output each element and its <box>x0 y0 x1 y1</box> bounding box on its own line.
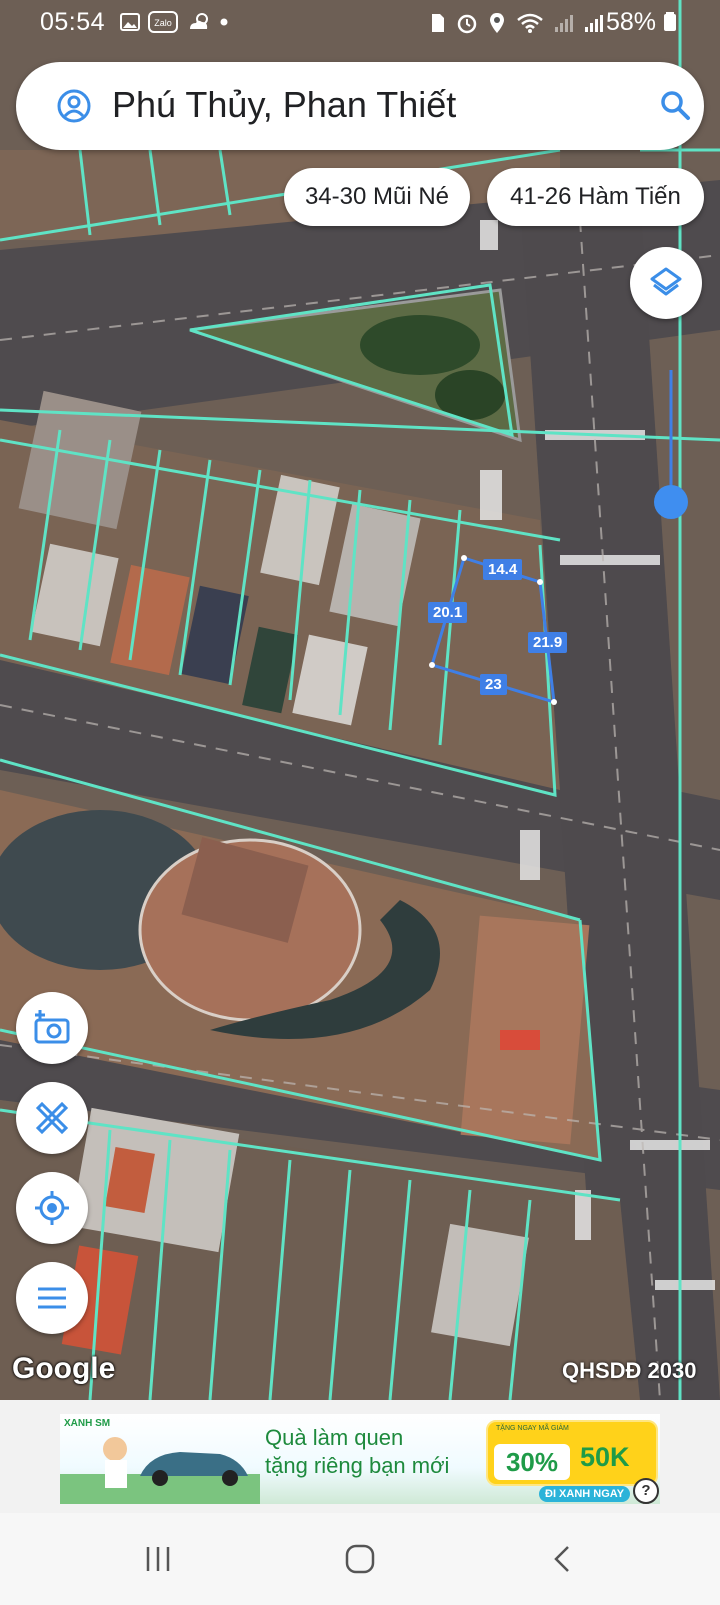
measure-label-right: 21.9 <box>528 632 568 653</box>
camera-plus-icon <box>34 1010 70 1044</box>
chip-location-2[interactable]: 41-26 Hàm Tiến <box>487 168 704 226</box>
gallery-icon <box>120 13 140 31</box>
planning-layer-label: QHSDĐ 2030 <box>562 1358 697 1383</box>
menu-icon <box>38 1287 66 1309</box>
measure-label-left: 20.1 <box>428 602 468 623</box>
battery-icon <box>664 12 676 31</box>
ad-car-illustration <box>60 1437 260 1504</box>
back-icon[interactable] <box>542 1541 582 1577</box>
system-nav-bar <box>0 1513 720 1605</box>
weather-icon <box>190 13 208 29</box>
battery-level: 58% <box>606 8 677 37</box>
measure-button[interactable] <box>16 1082 88 1154</box>
chip-location-1[interactable]: 34-30 Mũi Né <box>284 168 470 226</box>
home-icon[interactable] <box>340 1541 380 1577</box>
search-icon[interactable] <box>658 88 692 127</box>
status-time: 05:54 <box>40 8 106 36</box>
svg-text:Zalo: Zalo <box>154 18 172 28</box>
ad-promo-percent: 30% <box>494 1444 570 1480</box>
locate-icon <box>35 1191 69 1225</box>
signal-icon <box>585 15 603 32</box>
ad-promo-amount: 50K <box>580 1442 630 1472</box>
measure-label-top: 14.4 <box>483 559 523 580</box>
measure-label-bottom: 23 <box>480 674 507 695</box>
sim-icon <box>432 14 444 32</box>
ad-promo-box: TẶNG NGAY MÃ GIẢM 30% 50K <box>486 1420 658 1486</box>
ad-banner[interactable]: XANH SM Quà làm quen tặng riêng bạn mới … <box>60 1414 660 1504</box>
layers-icon <box>650 267 682 296</box>
signal-icon <box>555 15 573 32</box>
layers-button[interactable] <box>630 247 702 319</box>
camera-button[interactable] <box>16 992 88 1064</box>
ad-promo-caption: TẶNG NGAY MÃ GIẢM <box>496 1425 569 1432</box>
status-bar: 05:54 Zalo 58% <box>0 0 720 46</box>
account-icon[interactable] <box>56 88 92 129</box>
wifi-icon <box>517 13 543 33</box>
zalo-icon: Zalo <box>148 11 178 33</box>
ad-headline: Quà làm quen tặng riêng bạn mới <box>265 1424 449 1480</box>
ad-cta-button[interactable]: ĐI XANH NGAY <box>539 1486 631 1502</box>
menu-button[interactable] <box>16 1262 88 1334</box>
ruler-pencil-icon <box>35 1101 69 1135</box>
recents-icon[interactable] <box>138 1541 178 1577</box>
location-icon <box>490 13 504 33</box>
ad-headline-line-1: Quà làm quen <box>265 1425 404 1450</box>
ad-headline-line-2: tặng riêng bạn mới <box>265 1453 450 1478</box>
search-bar[interactable]: Phú Thủy, Phan Thiết <box>16 62 704 150</box>
search-location-title[interactable]: Phú Thủy, Phan Thiết <box>112 84 456 126</box>
dot-icon <box>220 18 228 26</box>
locate-button[interactable] <box>16 1172 88 1244</box>
map-attribution: Google <box>12 1352 116 1385</box>
alarm-icon <box>457 14 477 34</box>
battery-text: 58% <box>606 8 657 36</box>
ad-help-icon[interactable]: ? <box>633 1478 659 1504</box>
